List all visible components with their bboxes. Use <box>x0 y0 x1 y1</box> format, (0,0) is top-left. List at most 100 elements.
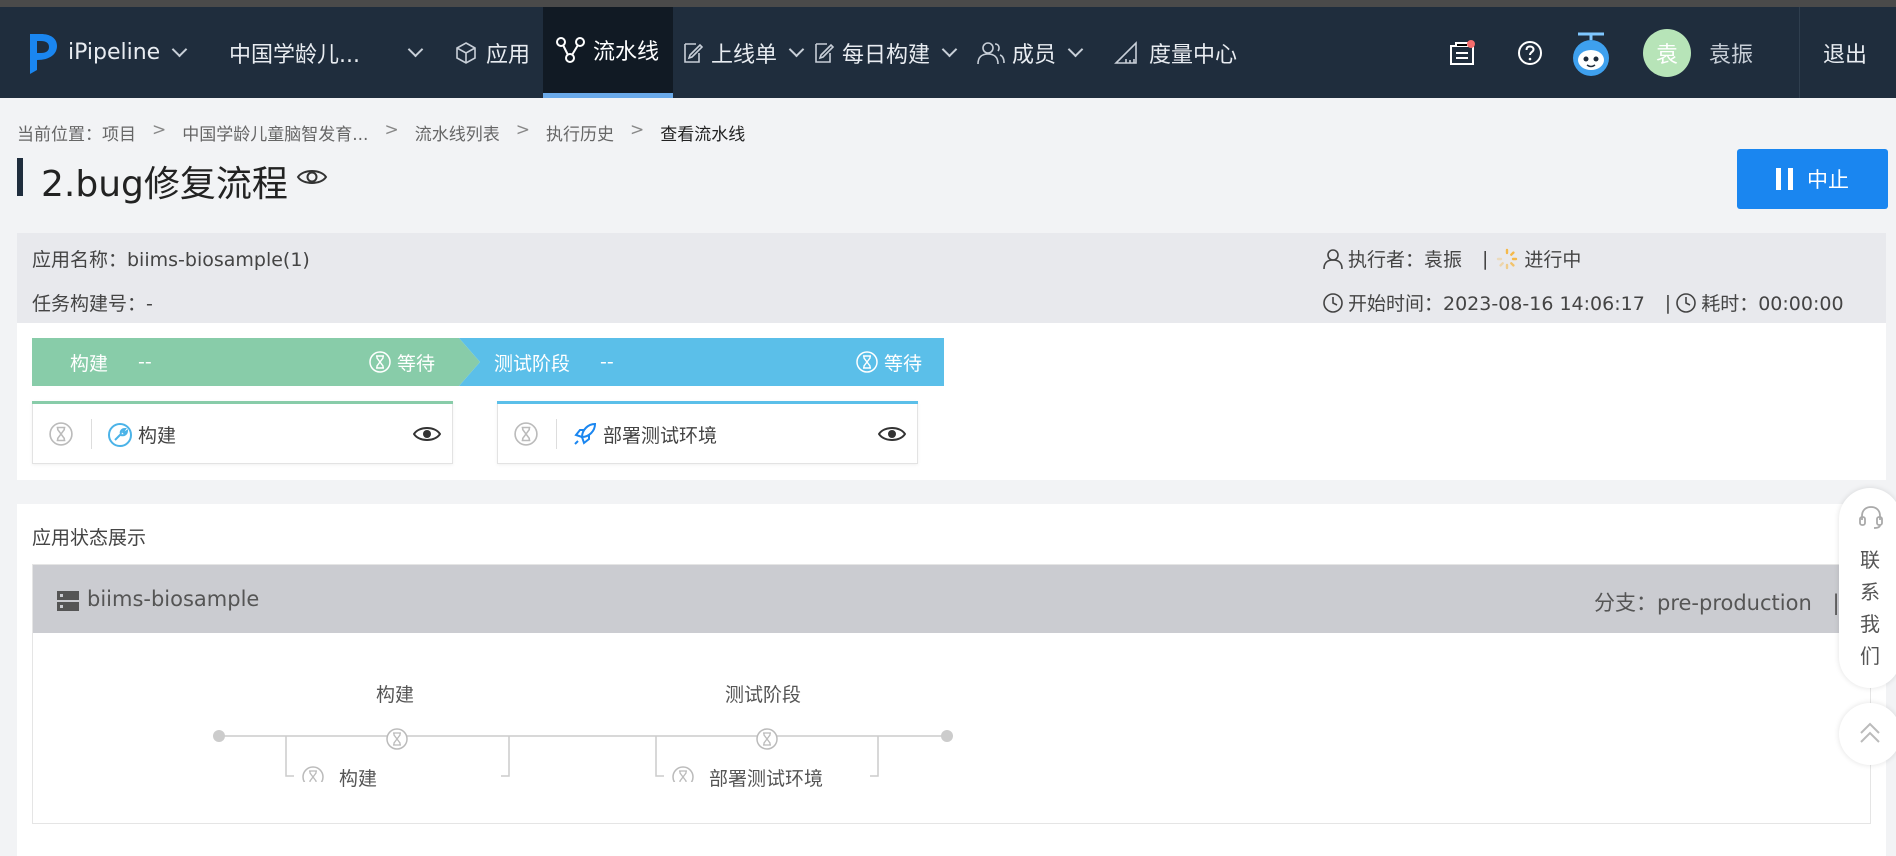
ruler-icon <box>1114 40 1137 64</box>
nav-item-label: 每日构建 <box>842 42 931 68</box>
hourglass-icon <box>856 351 878 373</box>
rocket-icon <box>574 422 597 445</box>
stage-value: -- <box>138 351 152 373</box>
status-text: 进行中 <box>1524 249 1582 271</box>
clock-icon <box>1676 292 1697 313</box>
chevron-down-icon <box>941 41 958 58</box>
ipipeline-logo-icon <box>30 33 57 74</box>
help-button[interactable] <box>1517 7 1543 98</box>
breadcrumb-separator: > <box>384 120 399 140</box>
user-menu[interactable]: 袁 袁振 <box>1643 7 1753 98</box>
hourglass-icon <box>672 766 694 782</box>
nav-item-label: 成员 <box>1012 42 1057 68</box>
start-time-text: 开始时间：2023-08-16 14:06:17 <box>1348 293 1645 315</box>
nav-item-label: 应用 <box>486 42 531 68</box>
nav-item-apps[interactable]: 应用 <box>454 7 530 98</box>
nav-item-label: 上线单 <box>711 42 778 68</box>
edit-doc-icon <box>815 42 835 63</box>
robot-assistant[interactable] <box>1568 7 1614 98</box>
flow-stage-label: 构建 <box>376 684 415 706</box>
breadcrumb-prefix: 当前位置： <box>17 125 102 145</box>
info-app-name: 应用名称：biims-biosample(1) <box>32 249 310 271</box>
robot-icon <box>1573 32 1609 76</box>
back-to-top-button[interactable] <box>1839 703 1896 765</box>
hourglass-icon <box>386 728 408 750</box>
nav-item-metrics[interactable]: 度量中心 <box>1113 7 1237 98</box>
title-accent-bar <box>17 158 23 196</box>
view-eye-icon[interactable] <box>878 424 906 444</box>
job-card-test-deploy[interactable]: 部署测试环境 <box>497 401 918 464</box>
branch-info: 分支：pre-production | <box>1594 587 1840 617</box>
stage-state: 等待 <box>884 352 923 375</box>
flow-job-label: 部署测试环境 <box>709 768 824 790</box>
breadcrumb-separator: > <box>515 120 530 140</box>
nav-item-members[interactable]: 成员 <box>976 7 1084 98</box>
pipeline-icon <box>556 37 585 63</box>
window-top-strip <box>0 0 1896 7</box>
job-card-build[interactable]: 构建 <box>32 401 453 464</box>
logout-button[interactable]: 退出 <box>1823 7 1867 98</box>
stage-state: 等待 <box>397 352 436 375</box>
cube-icon <box>456 41 476 64</box>
job-card-divider <box>91 419 92 449</box>
job-card-accent <box>32 401 453 404</box>
pause-icon <box>1776 168 1793 190</box>
project-select[interactable]: 中国学龄儿... <box>229 7 424 98</box>
contact-char: 联 <box>1860 548 1880 572</box>
chevron-down-icon <box>788 41 805 58</box>
logo-text: iPipeline <box>68 40 161 65</box>
help-icon <box>1518 40 1542 65</box>
duration-text: 耗时：00:00:00 <box>1701 293 1844 315</box>
stage-value: -- <box>600 351 614 373</box>
user-icon <box>1323 248 1343 269</box>
stage-name: 构建 <box>70 352 109 375</box>
stage-header-shapes <box>32 338 944 386</box>
notification-button[interactable] <box>1448 7 1476 98</box>
nav-divider <box>1799 7 1800 98</box>
job-label: 部署测试环境 <box>603 425 718 447</box>
stop-button-label: 中止 <box>1807 169 1849 192</box>
flow-diagram <box>213 728 953 782</box>
logo[interactable]: iPipeline <box>26 7 188 98</box>
job-card-divider <box>556 419 557 449</box>
nav-item-label: 度量中心 <box>1149 42 1238 68</box>
job-card-accent <box>497 401 918 404</box>
section-title: 应用状态展示 <box>32 527 147 549</box>
breadcrumb-current: 查看流水线 <box>660 125 746 145</box>
top-navbar: iPipeline 中国学龄儿... 应用 流水线 上线单 每日构建 成员 度量… <box>0 7 1896 98</box>
chevron-down-icon <box>171 41 188 58</box>
stop-button[interactable]: 中止 <box>1737 149 1888 209</box>
contact-us-button[interactable]: 联 系 我 们 <box>1839 488 1896 688</box>
nav-item-pipeline[interactable]: 流水线 <box>543 7 673 98</box>
hourglass-icon <box>369 351 391 373</box>
stage-status-build: 等待 <box>369 338 435 386</box>
clock-icon <box>1323 292 1343 313</box>
contact-char: 我 <box>1860 612 1880 636</box>
chevron-down-icon <box>1067 41 1084 58</box>
info-executor-row: 执行者：袁振 | 进行中 <box>1322 245 1581 272</box>
users-icon <box>977 41 1005 64</box>
hourglass-icon <box>49 422 73 446</box>
breadcrumb-item[interactable]: 中国学龄儿童脑智发育... <box>182 120 368 145</box>
contact-char: 们 <box>1860 644 1880 668</box>
breadcrumb-item[interactable]: 执行历史 <box>546 120 614 145</box>
app-status-name: biims-biosample <box>87 587 260 611</box>
hourglass-icon <box>514 422 538 446</box>
executor-text: 执行者：袁振 <box>1348 249 1463 271</box>
nav-item-release[interactable]: 上线单 <box>681 7 805 98</box>
info-separator: | <box>1664 291 1672 314</box>
stage-status-test: 等待 <box>856 338 922 386</box>
breadcrumb-item[interactable]: 流水线列表 <box>415 120 500 145</box>
breadcrumb-separator: > <box>152 120 167 140</box>
view-eye-icon[interactable] <box>296 166 328 188</box>
flow-stage-label: 测试阶段 <box>725 684 802 706</box>
view-eye-icon[interactable] <box>413 424 441 444</box>
branch-text: 分支：pre-production <box>1594 591 1812 615</box>
stage-name: 测试阶段 <box>494 352 571 375</box>
notification-icon <box>1450 39 1475 65</box>
nav-item-daily-build[interactable]: 每日构建 <box>812 7 958 98</box>
edit-doc-icon <box>684 42 704 63</box>
logout-label: 退出 <box>1823 42 1868 68</box>
breadcrumb-item[interactable]: 项目 <box>102 120 136 145</box>
double-chevron-up-icon <box>1860 722 1880 743</box>
